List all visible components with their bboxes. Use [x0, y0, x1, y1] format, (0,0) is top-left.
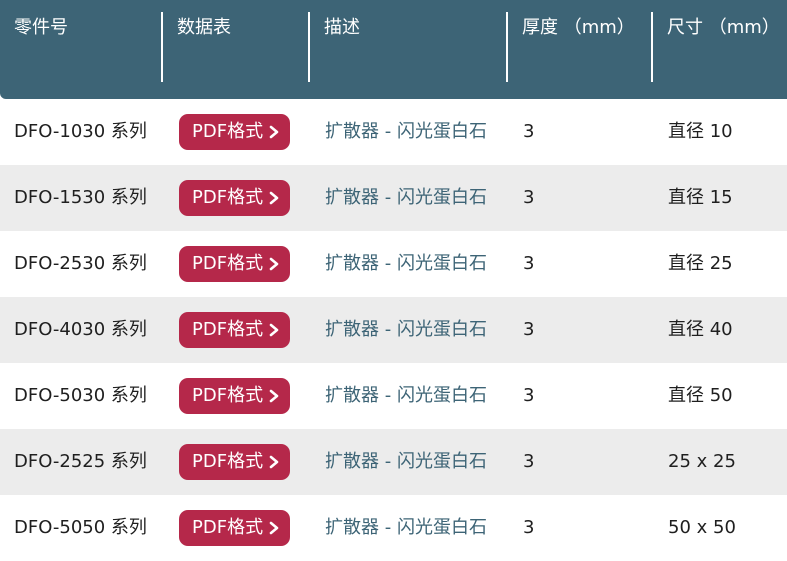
- part-number: DFO-4030 系列: [14, 319, 147, 340]
- pdf-datasheet-button[interactable]: PDF格式: [179, 246, 290, 282]
- datasheet-cell: PDF格式: [161, 114, 308, 150]
- size: 直径 10: [668, 121, 733, 142]
- size: 直径 50: [668, 385, 733, 406]
- part-number: DFO-2530 系列: [14, 253, 147, 274]
- pdf-button-label: PDF格式: [192, 451, 264, 472]
- header-thickness: 厚度 （mm）: [506, 0, 651, 99]
- pdf-datasheet-button[interactable]: PDF格式: [179, 180, 290, 216]
- header-datasheet: 数据表: [161, 0, 308, 99]
- thickness: 3: [523, 451, 535, 472]
- table-row: DFO-1030 系列 PDF格式 扩散器 - 闪光蛋白石 3 直径 10: [0, 99, 787, 165]
- description: 扩散器 - 闪光蛋白石: [325, 385, 487, 406]
- table-row: DFO-5050 系列 PDF格式 扩散器 - 闪光蛋白石 3 50 x 50: [0, 495, 787, 561]
- table-row: DFO-4030 系列 PDF格式 扩散器 - 闪光蛋白石 3 直径 40: [0, 297, 787, 363]
- datasheet-cell: PDF格式: [161, 180, 308, 216]
- description: 扩散器 - 闪光蛋白石: [325, 187, 487, 208]
- part-number: DFO-5030 系列: [14, 385, 147, 406]
- pdf-datasheet-button[interactable]: PDF格式: [179, 444, 290, 480]
- datasheet-cell: PDF格式: [161, 444, 308, 480]
- size: 直径 25: [668, 253, 733, 274]
- chevron-right-icon: [269, 389, 279, 403]
- chevron-right-icon: [269, 455, 279, 469]
- pdf-button-label: PDF格式: [192, 517, 264, 538]
- description: 扩散器 - 闪光蛋白石: [325, 253, 487, 274]
- size: 直径 15: [668, 187, 733, 208]
- chevron-right-icon: [269, 125, 279, 139]
- part-number: DFO-1530 系列: [14, 187, 147, 208]
- description: 扩散器 - 闪光蛋白石: [325, 451, 487, 472]
- size: 直径 40: [668, 319, 733, 340]
- table-row: DFO-2530 系列 PDF格式 扩散器 - 闪光蛋白石 3 直径 25: [0, 231, 787, 297]
- description: 扩散器 - 闪光蛋白石: [325, 121, 487, 142]
- pdf-button-label: PDF格式: [192, 121, 264, 142]
- header-size: 尺寸 （mm）: [651, 0, 787, 99]
- part-number: DFO-1030 系列: [14, 121, 147, 142]
- description: 扩散器 - 闪光蛋白石: [325, 517, 487, 538]
- header-description: 描述: [308, 0, 506, 99]
- chevron-right-icon: [269, 257, 279, 271]
- thickness: 3: [523, 385, 535, 406]
- pdf-datasheet-button[interactable]: PDF格式: [179, 510, 290, 546]
- thickness: 3: [523, 121, 535, 142]
- table-row: DFO-2525 系列 PDF格式 扩散器 - 闪光蛋白石 3 25 x 25: [0, 429, 787, 495]
- chevron-right-icon: [269, 191, 279, 205]
- size: 50 x 50: [668, 517, 736, 538]
- table-row: DFO-5030 系列 PDF格式 扩散器 - 闪光蛋白石 3 直径 50: [0, 363, 787, 429]
- table-header: 零件号 数据表 描述 厚度 （mm） 尺寸 （mm）: [0, 0, 787, 99]
- size: 25 x 25: [668, 451, 736, 472]
- product-table: 零件号 数据表 描述 厚度 （mm） 尺寸 （mm） DFO-1030 系列 P…: [0, 0, 787, 561]
- thickness: 3: [523, 319, 535, 340]
- pdf-button-label: PDF格式: [192, 187, 264, 208]
- chevron-right-icon: [269, 323, 279, 337]
- part-number: DFO-2525 系列: [14, 451, 147, 472]
- header-part-number: 零件号: [14, 17, 68, 38]
- datasheet-cell: PDF格式: [161, 246, 308, 282]
- thickness: 3: [523, 253, 535, 274]
- pdf-datasheet-button[interactable]: PDF格式: [179, 378, 290, 414]
- datasheet-cell: PDF格式: [161, 378, 308, 414]
- part-number: DFO-5050 系列: [14, 517, 147, 538]
- pdf-button-label: PDF格式: [192, 385, 264, 406]
- pdf-datasheet-button[interactable]: PDF格式: [179, 312, 290, 348]
- thickness: 3: [523, 187, 535, 208]
- pdf-button-label: PDF格式: [192, 319, 264, 340]
- thickness: 3: [523, 517, 535, 538]
- pdf-button-label: PDF格式: [192, 253, 264, 274]
- datasheet-cell: PDF格式: [161, 312, 308, 348]
- pdf-datasheet-button[interactable]: PDF格式: [179, 114, 290, 150]
- datasheet-cell: PDF格式: [161, 510, 308, 546]
- description: 扩散器 - 闪光蛋白石: [325, 319, 487, 340]
- chevron-right-icon: [269, 521, 279, 535]
- table-row: DFO-1530 系列 PDF格式 扩散器 - 闪光蛋白石 3 直径 15: [0, 165, 787, 231]
